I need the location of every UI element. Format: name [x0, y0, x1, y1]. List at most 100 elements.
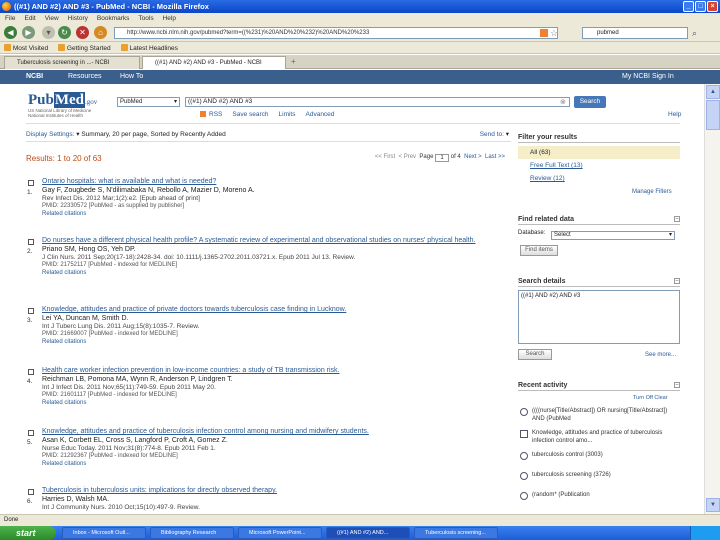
rss-icon[interactable] [540, 29, 548, 37]
next-page-link[interactable]: Next > [464, 154, 482, 160]
start-button[interactable]: start [0, 526, 56, 540]
task-powerpoint[interactable]: Microsoft PowerPoint... [238, 527, 322, 539]
search-input[interactable]: ((#1) AND #2) AND #3 [185, 97, 570, 107]
tab-pubmed[interactable]: ((#1) AND #2) AND #3 - PubMed - NCBI [142, 56, 286, 69]
collapse-icon[interactable]: – [674, 216, 680, 222]
task-bibliography[interactable]: Bibliography Research [150, 527, 234, 539]
save-search-link[interactable]: Save search [232, 111, 268, 118]
recent-item[interactable]: (random* (Publication [520, 492, 680, 501]
recent-item[interactable]: Knowledge, attitudes and practice of tub… [520, 430, 680, 446]
menu-file[interactable]: File [5, 15, 15, 22]
result-checkbox[interactable] [28, 239, 34, 245]
menu-bookmarks[interactable]: Bookmarks [97, 15, 130, 22]
last-page-link[interactable]: Last >> [485, 154, 505, 160]
result-title[interactable]: Ontario hospitals: what is available and… [42, 178, 526, 187]
related-citations-link[interactable]: Related citations [42, 339, 526, 347]
result-title[interactable]: Knowledge, attitudes and practice of tub… [42, 428, 526, 437]
bookmark-most-visited[interactable]: Most Visited [4, 43, 48, 52]
turn-off-clear-links[interactable]: Turn Off Clear [633, 395, 668, 401]
search-details-textarea[interactable]: ((#1) AND #2) AND #3 [518, 290, 680, 344]
result-checkbox[interactable] [28, 180, 34, 186]
filter-all[interactable]: All (63) [518, 146, 680, 159]
related-citations-link[interactable]: Related citations [42, 270, 526, 278]
recent-item[interactable]: tuberculosis screening (3726) [520, 472, 680, 481]
result-checkbox[interactable] [28, 430, 34, 436]
recent-item[interactable]: ((((nurse[Title/Abstract]) OR nursing[Ti… [520, 408, 680, 424]
stop-icon[interactable]: ✕ [76, 26, 89, 39]
search-icon[interactable]: ⌕ [692, 28, 697, 39]
clear-icon[interactable]: ⊗ [560, 98, 566, 106]
related-citations-link[interactable]: Related citations [42, 211, 526, 219]
reload-icon[interactable]: ↻ [58, 26, 71, 39]
result-title[interactable]: Do nurses have a different physical heal… [42, 237, 526, 246]
search-query: ((#1) AND #2) AND #3 [188, 98, 253, 105]
scroll-up-icon[interactable]: ▲ [706, 85, 720, 99]
menu-view[interactable]: View [45, 15, 59, 22]
howto-menu[interactable]: How To [120, 70, 143, 84]
menu-tools[interactable]: Tools [138, 15, 153, 22]
result-title[interactable]: Health care worker infection prevention … [42, 367, 526, 376]
collapse-icon[interactable]: – [674, 382, 680, 388]
manage-filters-link[interactable]: Manage Filters [632, 189, 672, 195]
limits-link[interactable]: Limits [279, 111, 296, 118]
scroll-thumb[interactable] [706, 100, 720, 130]
menu-help[interactable]: Help [163, 15, 176, 22]
menu-edit[interactable]: Edit [24, 15, 35, 22]
database-select[interactable]: PubMed ▾ [117, 97, 180, 107]
page-number-input[interactable]: 1 [435, 154, 450, 162]
back-icon[interactable]: ◀ [4, 26, 17, 39]
pubmed-logo[interactable]: PubMed.gov [28, 92, 97, 109]
star-icon[interactable]: ☆ [550, 28, 558, 39]
rss-link[interactable]: RSS [200, 111, 222, 118]
menu-history[interactable]: History [68, 15, 88, 22]
see-more-link[interactable]: See more... [645, 352, 676, 358]
window-title-bar[interactable]: ((#1) AND #2) AND #3 - PubMed - NCBI - M… [0, 0, 720, 13]
related-database-select[interactable]: Select ▾ [551, 231, 676, 240]
prev-page-link[interactable]: < Prev [399, 154, 417, 160]
system-tray[interactable] [690, 526, 720, 540]
result-checkbox[interactable] [28, 369, 34, 375]
home-icon[interactable]: ⌂ [94, 26, 107, 39]
resources-menu[interactable]: Resources [68, 70, 101, 84]
result-pmid: PMID: 21601117 [PubMed - indexed for MED… [42, 392, 177, 398]
find-items-button[interactable]: Find items [520, 245, 558, 256]
result-title[interactable]: Knowledge, attitudes and practice of pri… [42, 306, 526, 315]
first-page-link[interactable]: << First [375, 154, 395, 160]
minimize-icon[interactable]: _ [683, 1, 694, 12]
send-to-menu[interactable]: Send to: ▾ [480, 130, 509, 138]
filter-free-full-text[interactable]: Free Full Text (13) [518, 159, 680, 172]
task-firefox-pubmed[interactable]: ((#1) AND #2) AND... [326, 527, 410, 539]
close-icon[interactable]: × [707, 1, 718, 12]
search-button[interactable]: Search [574, 96, 606, 108]
advanced-link[interactable]: Advanced [306, 111, 335, 118]
dropdown-icon[interactable]: ▾ [42, 26, 55, 39]
logo-part: .gov [85, 98, 98, 106]
collapse-icon[interactable]: – [674, 278, 680, 284]
web-search-field[interactable]: pubmed [582, 27, 688, 39]
help-link[interactable]: Help [668, 111, 681, 118]
forward-icon[interactable]: ▶ [22, 26, 35, 39]
search-details-text: ((#1) AND #2) AND #3 [521, 293, 581, 299]
task-tuberculosis[interactable]: Tuberculosis screening... [414, 527, 498, 539]
vertical-scrollbar[interactable]: ▲ ▼ [704, 84, 720, 514]
new-tab-icon[interactable]: + [291, 57, 296, 66]
result-checkbox[interactable] [28, 308, 34, 314]
result-checkbox[interactable] [28, 489, 34, 495]
recent-item[interactable]: tuberculosis control (3003) [520, 452, 680, 461]
display-settings-label[interactable]: Display Settings: [26, 131, 74, 138]
maximize-icon[interactable]: □ [695, 1, 706, 12]
result-title[interactable]: Tuberculosis in tuberculosis units: impl… [42, 487, 526, 496]
filter-review[interactable]: Review (12) [518, 172, 680, 185]
my-ncbi-link[interactable]: My NCBI Sign In [622, 70, 674, 84]
details-search-button[interactable]: Search [518, 349, 552, 360]
ncbi-logo[interactable]: NCBI [26, 70, 43, 84]
scroll-down-icon[interactable]: ▼ [706, 498, 720, 512]
related-citations-link[interactable]: Related citations [42, 400, 526, 408]
tab-tuberculosis[interactable]: Tuberculosis screening in ...- NCBI [4, 56, 140, 69]
address-bar[interactable]: http://www.ncbi.nlm.nih.gov/pubmed?term=… [114, 27, 558, 39]
chevron-down-icon[interactable]: ▾ [76, 131, 79, 138]
related-citations-link[interactable]: Related citations [42, 461, 526, 469]
bookmark-latest-headlines[interactable]: Latest Headlines [120, 43, 178, 52]
task-outlook[interactable]: Inbox - Microsoft Outl... [62, 527, 146, 539]
bookmark-getting-started[interactable]: Getting Started [58, 43, 111, 52]
